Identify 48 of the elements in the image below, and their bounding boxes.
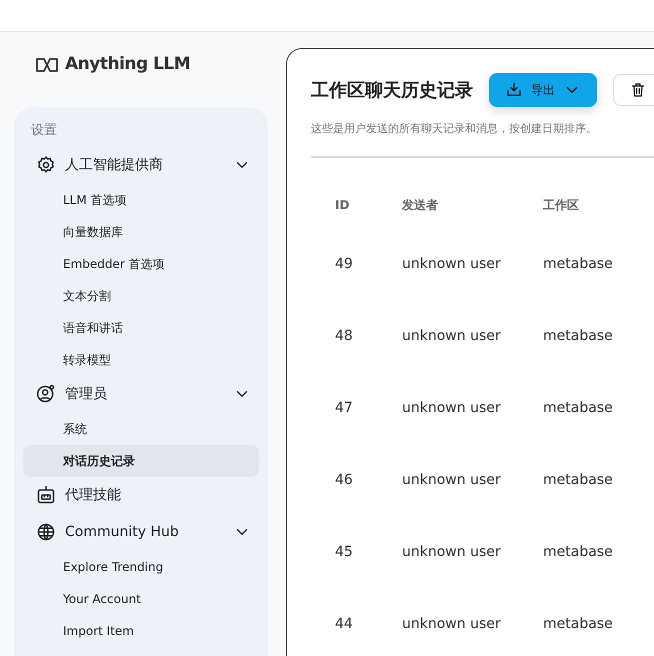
submenu-item[interactable]: 对话历史记录	[23, 444, 259, 476]
user-gear-icon	[36, 384, 56, 404]
trash-icon	[630, 82, 646, 98]
submenu-item[interactable]: Embedder 首选项	[23, 248, 259, 280]
robot-icon	[36, 485, 56, 505]
logo-icon	[35, 57, 59, 73]
gear-icon	[36, 155, 56, 175]
sidebar-item[interactable]: 人工智能提供商	[23, 146, 259, 184]
table-cell-text: 47	[335, 398, 354, 418]
table-cell-text: 46	[335, 470, 354, 490]
submenu-item[interactable]: 转录模型	[23, 344, 259, 376]
submenu-item[interactable]: Import Item	[23, 614, 259, 646]
table-cell-text: unknown user	[402, 254, 502, 274]
table-cell-text: unknown user	[402, 470, 502, 490]
submenu-item[interactable]: 文本分割	[23, 280, 259, 312]
table-cell-text: metabase	[543, 614, 614, 634]
table-cell-text: unknown user	[402, 614, 502, 634]
page-description: 这些是用户发送的所有聊天记录和消息，按创建日期排序。	[311, 121, 598, 137]
table-cell-text: 48	[335, 326, 354, 346]
submenu-item[interactable]: 系统	[23, 412, 259, 444]
column-header: ID	[335, 196, 350, 214]
table-cell-text: metabase	[543, 542, 614, 562]
logo-text: Anything LLM	[65, 53, 190, 76]
globe-icon	[36, 522, 56, 542]
page-title: 工作区聊天历史记录	[311, 78, 473, 102]
table-cell-text: metabase	[543, 326, 614, 346]
submenu-item[interactable]: LLM 首选项	[23, 184, 259, 216]
table-cell-text: metabase	[543, 254, 614, 274]
table-cell-text: unknown user	[402, 542, 502, 562]
submenu-item[interactable]: Explore Trending	[23, 550, 259, 582]
submenu-item[interactable]: Your Account	[23, 582, 259, 614]
export-button[interactable]: 导出	[489, 73, 597, 107]
sidebar-item[interactable]: Community Hub	[23, 514, 259, 550]
section-label: 设置	[30, 122, 58, 140]
column-header: 发送者	[402, 196, 439, 214]
table-cell-text: unknown user	[402, 398, 502, 418]
table-cell-text: 49	[335, 254, 354, 274]
submenu-item[interactable]: 向量数据库	[23, 216, 259, 248]
column-header: 工作区	[543, 196, 580, 214]
submenu-item[interactable]: 语音和讲话	[23, 312, 259, 344]
download-icon	[505, 81, 523, 99]
table-cell-text: 45	[335, 542, 354, 562]
table-cell-text: unknown user	[402, 326, 502, 346]
table-cell-text: 44	[335, 614, 354, 634]
table-cell-text: metabase	[543, 398, 614, 418]
sidebar-item[interactable]: 管理员	[23, 376, 259, 412]
table-cell-text: metabase	[543, 470, 614, 490]
sidebar-item[interactable]: 代理技能	[23, 476, 259, 514]
